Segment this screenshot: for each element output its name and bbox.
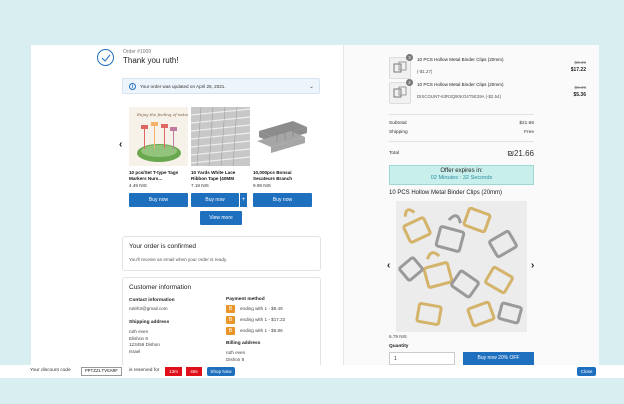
cart-item-discount: DISCOUNT-63R3Q90KO4T5E29A (-$2.54) — [417, 94, 501, 99]
info-icon: i — [129, 83, 136, 90]
checkmark-circle-icon — [97, 49, 114, 66]
address-line: ruth even — [226, 350, 246, 355]
order-updated-notice[interactable]: i Your order was updated on April 25, 20… — [122, 78, 320, 94]
recommended-product[interactable]: 10 Yards White Lace Ribbon Tape (40MM 7.… — [190, 106, 251, 188]
payment-method-icon: B — [226, 327, 235, 335]
cart-item: 2 10 PCS Hollow Metal Binder Clips (20mm… — [389, 79, 589, 106]
gallery-next-arrow[interactable]: › — [531, 260, 534, 271]
quantity-label: Quantity — [389, 344, 409, 349]
product-image-tags[interactable]: Enjoy the feeling of nature — [129, 107, 192, 166]
buy-now-button[interactable]: Buy now — [191, 193, 239, 207]
shipping-address: ruth even Elishon 8 123456 Dishon Israel — [129, 329, 160, 355]
cart-item: 3 10 PCS Hollow Metal Binder Clips (20mm… — [389, 54, 589, 81]
customer-information-title: Customer information — [129, 284, 192, 291]
product-price: 4.49 NIS — [129, 183, 147, 188]
order-details-column: Order #1009 Thank you ruth! i Your order… — [31, 45, 347, 365]
cart-item-price: $5.36 — [573, 92, 586, 98]
timer-seconds: 46s — [186, 367, 202, 376]
subtotal-row: Subtotal $21.66 — [389, 121, 534, 126]
offer-product-price: 6.79 NIS — [389, 334, 407, 339]
product-price: 7.18 NIS — [191, 183, 209, 188]
view-more-button[interactable]: View more — [200, 211, 242, 225]
cart-item-original-price: $8.49 — [574, 85, 587, 90]
address-line: Dishon 8 — [226, 356, 245, 362]
quantity-badge: 3 — [406, 54, 413, 61]
product-image-staples[interactable] — [253, 107, 312, 166]
payment-text: ending with 1 - $17.22 — [240, 317, 286, 322]
order-confirmed-card: Your order is confirmed You'll receive a… — [122, 236, 321, 271]
quantity-badge: 2 — [406, 79, 413, 86]
total-label: Total — [389, 151, 400, 156]
buy-now-discount-button[interactable]: Buy now 20% OFF — [463, 352, 534, 365]
address-line: ruth even — [129, 329, 149, 334]
billing-address-label: Billing address — [226, 341, 261, 346]
subtotal-value: $21.66 — [519, 121, 534, 126]
address-line: 123456 Dishon — [129, 342, 160, 348]
carousel-prev-arrow[interactable]: ‹ — [119, 139, 122, 150]
add-button[interactable]: + — [239, 193, 247, 207]
address-line: Elishon 8 — [129, 335, 148, 341]
shipping-row: Shipping Free — [389, 130, 534, 135]
quantity-input[interactable]: 1 — [389, 352, 455, 365]
product-image-lace-ribbon[interactable] — [190, 106, 251, 167]
payment-text: ending with 1 - $8.49 — [240, 306, 283, 311]
total-row: Total ₪21.66 — [389, 149, 534, 158]
recommended-product[interactable]: Enjoy the feeling of nature 10 pcs/Set T… — [129, 107, 192, 188]
payment-method-icon: B — [226, 305, 235, 313]
offer-countdown-timer: 02 Minutes : 32 Seconds — [430, 175, 493, 181]
cart-item-original-price: $8.49 — [574, 60, 587, 65]
offer-countdown: Offer expires in: 02 Minutes : 32 Second… — [389, 165, 534, 185]
product-name[interactable]: 10 pcs/Set T-type Tags Markers Nurs... — [129, 170, 188, 182]
payment-method-icon: B — [226, 316, 235, 324]
cart-item-discount: (-$1.27) — [417, 69, 433, 74]
payment-method-label: Payment method — [226, 297, 265, 302]
product-name[interactable]: 10,000pcs Bonsai Secateurs Branch — [253, 170, 312, 182]
reserved-for-label: is reserved for — [129, 368, 160, 373]
chevron-down-icon[interactable]: ⌄ — [309, 83, 314, 90]
cart-item-name: 10 PCS Hollow Metal Binder Clips (20mm) — [417, 82, 504, 87]
discount-code-bar: Your discount code PPTZZLTVGARF is reser… — [0, 365, 624, 378]
order-number: Order #1009 — [123, 49, 152, 55]
thank-you-heading: Thank you ruth! — [123, 56, 179, 65]
contact-information-label: Contact information — [129, 298, 175, 303]
cart-item-price: $17.22 — [570, 67, 586, 73]
shipping-label: Shipping — [389, 130, 408, 135]
address-line: Israel — [129, 348, 141, 354]
svg-text:Enjoy the feeling of nature: Enjoy the feeling of nature — [136, 112, 188, 117]
product-name[interactable]: 10 Yards White Lace Ribbon Tape (40MM — [191, 170, 250, 182]
customer-information-card: Customer information Contact information… — [122, 277, 321, 365]
gallery-prev-arrow[interactable]: ‹ — [387, 260, 390, 271]
product-price: 9.99 NIS — [253, 183, 271, 188]
payment-text: ending with 1 - $5.86 — [240, 328, 283, 333]
shipping-value: Free — [524, 130, 534, 135]
shipping-address-label: Shipping address — [129, 320, 170, 325]
cart-item-name: 10 PCS Hollow Metal Binder Clips (20mm) — [417, 57, 504, 62]
offer-product-title: 10 PCS Hollow Metal Binder Clips (20mm) — [389, 190, 503, 196]
subtotal-label: Subtotal — [389, 121, 407, 126]
order-updated-text: Your order was updated on April 25, 2021… — [140, 84, 226, 89]
billing-address: ruth even Dishon 8 — [226, 350, 245, 363]
offer-expires-label: Offer expires in: — [440, 168, 483, 174]
close-button[interactable]: Close — [577, 367, 596, 376]
shop-now-button[interactable]: Shop Now — [207, 367, 235, 376]
total-value: ₪21.66 — [507, 149, 534, 158]
order-confirmed-text: You'll receive an email when your order … — [129, 257, 228, 262]
discount-code-label: Your discount code — [30, 368, 71, 373]
order-summary-column: 3 10 PCS Hollow Metal Binder Clips (20mm… — [343, 45, 599, 365]
recommended-product[interactable]: 10,000pcs Bonsai Secateurs Branch 9.99 N… — [253, 107, 312, 188]
buy-now-button[interactable]: Buy now — [129, 193, 188, 207]
divider — [389, 141, 534, 142]
discount-code[interactable]: PPTZZLTVGARF — [81, 367, 122, 376]
contact-email: ruteh2@gmail.com — [129, 306, 168, 311]
order-confirmed-title: Your order is confirmed — [129, 243, 196, 250]
offer-product-image[interactable] — [396, 201, 527, 332]
order-status-page: Order #1009 Thank you ruth! i Your order… — [31, 45, 599, 365]
timer-minutes: 13m — [165, 367, 182, 376]
divider — [389, 114, 534, 115]
buy-now-button[interactable]: Buy now — [253, 193, 312, 207]
